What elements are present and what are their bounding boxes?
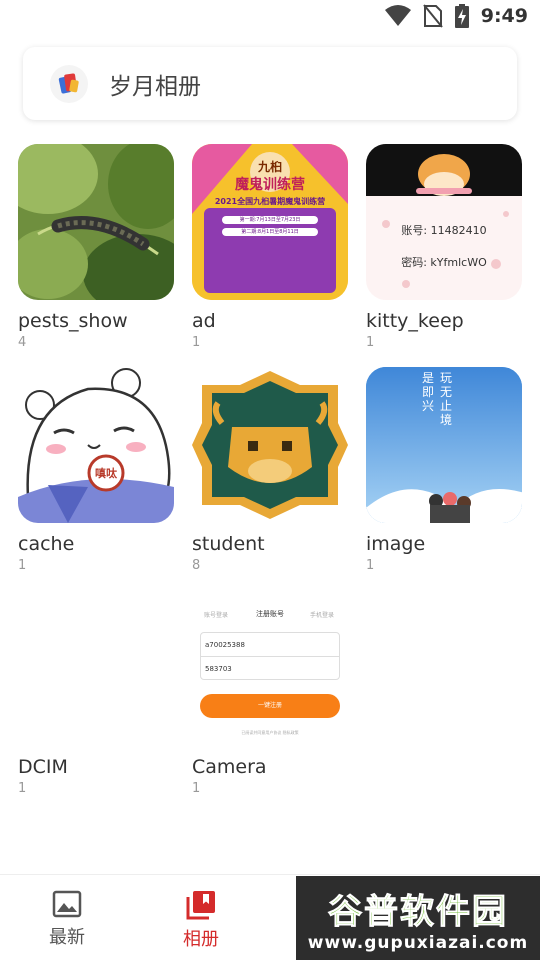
app-title: 岁月相册 bbox=[109, 73, 201, 100]
photo-library-icon bbox=[186, 891, 215, 920]
album-camera[interactable]: 账号登录 注册账号 手机登录 a70025388 583703 一键注册 已阅读… bbox=[192, 590, 348, 796]
album-thumbnail bbox=[192, 367, 348, 523]
photo-album-logo bbox=[50, 64, 88, 103]
nav-albums[interactable]: 相册 bbox=[166, 889, 236, 951]
kitty-account: 账号: 11482410 bbox=[401, 224, 487, 237]
watermark-url: www.gupuxiazai.com bbox=[307, 932, 529, 953]
album-count: 1 bbox=[18, 781, 27, 796]
album-thumbnail: 九桕 魔鬼训练营 2021全国九桕暑期魔鬼训练营 第一期:7月13日至7月23日… bbox=[192, 144, 348, 300]
album-count: 1 bbox=[366, 335, 375, 350]
album-count: 1 bbox=[192, 781, 201, 796]
album-count: 1 bbox=[366, 558, 375, 573]
camera-tab-2: 注册账号 bbox=[256, 610, 284, 618]
kitty-password: 密码: kYfmlcWO bbox=[401, 256, 487, 269]
album-name: kitty_keep bbox=[366, 310, 464, 332]
album-name: ad bbox=[192, 310, 216, 332]
image-poem-1: 玩无止境 bbox=[440, 371, 453, 427]
watermark: 谷普软件园 www.gupuxiazai.com bbox=[296, 876, 540, 960]
album-name: DCIM bbox=[18, 756, 68, 778]
album-thumbnail bbox=[18, 144, 174, 300]
album-thumbnail: 账号: 11482410 密码: kYfmlcWO bbox=[366, 144, 522, 300]
camera-field-1: a70025388 bbox=[205, 641, 245, 649]
no-sim-icon bbox=[422, 4, 443, 28]
album-thumbnail: 玩无止境 是即兴 bbox=[366, 367, 522, 523]
album-thumbnail: 账号登录 注册账号 手机登录 a70025388 583703 一键注册 已阅读… bbox=[192, 590, 348, 746]
camera-register-label: 一键注册 bbox=[257, 702, 282, 709]
album-count: 4 bbox=[18, 335, 27, 350]
nav-recent-label: 最新 bbox=[49, 927, 85, 948]
camera-register-button: 一键注册 bbox=[200, 694, 340, 718]
album-dcim[interactable]: DCIM 1 bbox=[18, 590, 174, 796]
ad-period-1: 第一期:7月13日至7月23日 bbox=[239, 217, 301, 223]
camera-tab-3: 手机登录 bbox=[310, 612, 335, 619]
album-image[interactable]: 玩无止境 是即兴 image 1 bbox=[366, 367, 522, 573]
album-count: 1 bbox=[18, 558, 27, 573]
album-name: pests_show bbox=[18, 310, 128, 332]
image-icon bbox=[52, 890, 82, 918]
camera-tab-1: 账号登录 bbox=[204, 612, 229, 619]
cache-badge: 嗔呔 bbox=[95, 467, 117, 480]
album-ad[interactable]: 九桕 魔鬼训练营 2021全国九桕暑期魔鬼训练营 第一期:7月13日至7月23日… bbox=[192, 144, 348, 350]
album-cache[interactable]: 嗔呔 cache 1 bbox=[18, 367, 174, 573]
album-student[interactable]: student 8 bbox=[192, 367, 348, 573]
album-kitty-keep[interactable]: 账号: 11482410 密码: kYfmlcWO kitty_keep 1 bbox=[366, 144, 522, 350]
album-pests-show[interactable]: pests_show 4 bbox=[18, 144, 174, 350]
album-name: cache bbox=[18, 533, 75, 555]
ad-period-2: 第二期:8月1日至8月11日 bbox=[241, 229, 299, 235]
nav-albums-label: 相册 bbox=[183, 929, 219, 950]
app-header-card[interactable]: 岁月相册 bbox=[23, 47, 517, 120]
ad-logo-line1: 九桕 bbox=[257, 160, 282, 174]
wifi-icon bbox=[384, 5, 411, 26]
album-name: image bbox=[366, 533, 426, 555]
album-thumbnail: 嗔呔 bbox=[18, 367, 174, 523]
album-count: 8 bbox=[192, 558, 201, 573]
album-name: Camera bbox=[192, 756, 267, 778]
ad-logo-line2: 魔鬼训练营 bbox=[235, 177, 305, 193]
camera-field-2: 583703 bbox=[205, 665, 232, 673]
image-poem-2: 是即兴 bbox=[422, 371, 435, 413]
battery-charging-icon bbox=[454, 4, 469, 28]
album-name: student bbox=[192, 533, 265, 555]
camera-footer: 已阅读并同意用户协议 隐私政策 bbox=[241, 730, 299, 735]
status-bar: 9:49 bbox=[0, 0, 540, 36]
camera-form-box: a70025388 583703 bbox=[200, 632, 340, 680]
ad-headline: 2021全国九桕暑期魔鬼训练营 bbox=[214, 197, 326, 206]
watermark-title: 谷普软件园 bbox=[328, 891, 508, 932]
nav-recent[interactable]: 最新 bbox=[32, 889, 102, 949]
album-thumbnail bbox=[18, 590, 174, 746]
album-count: 1 bbox=[192, 335, 201, 350]
clock: 9:49 bbox=[480, 5, 528, 27]
